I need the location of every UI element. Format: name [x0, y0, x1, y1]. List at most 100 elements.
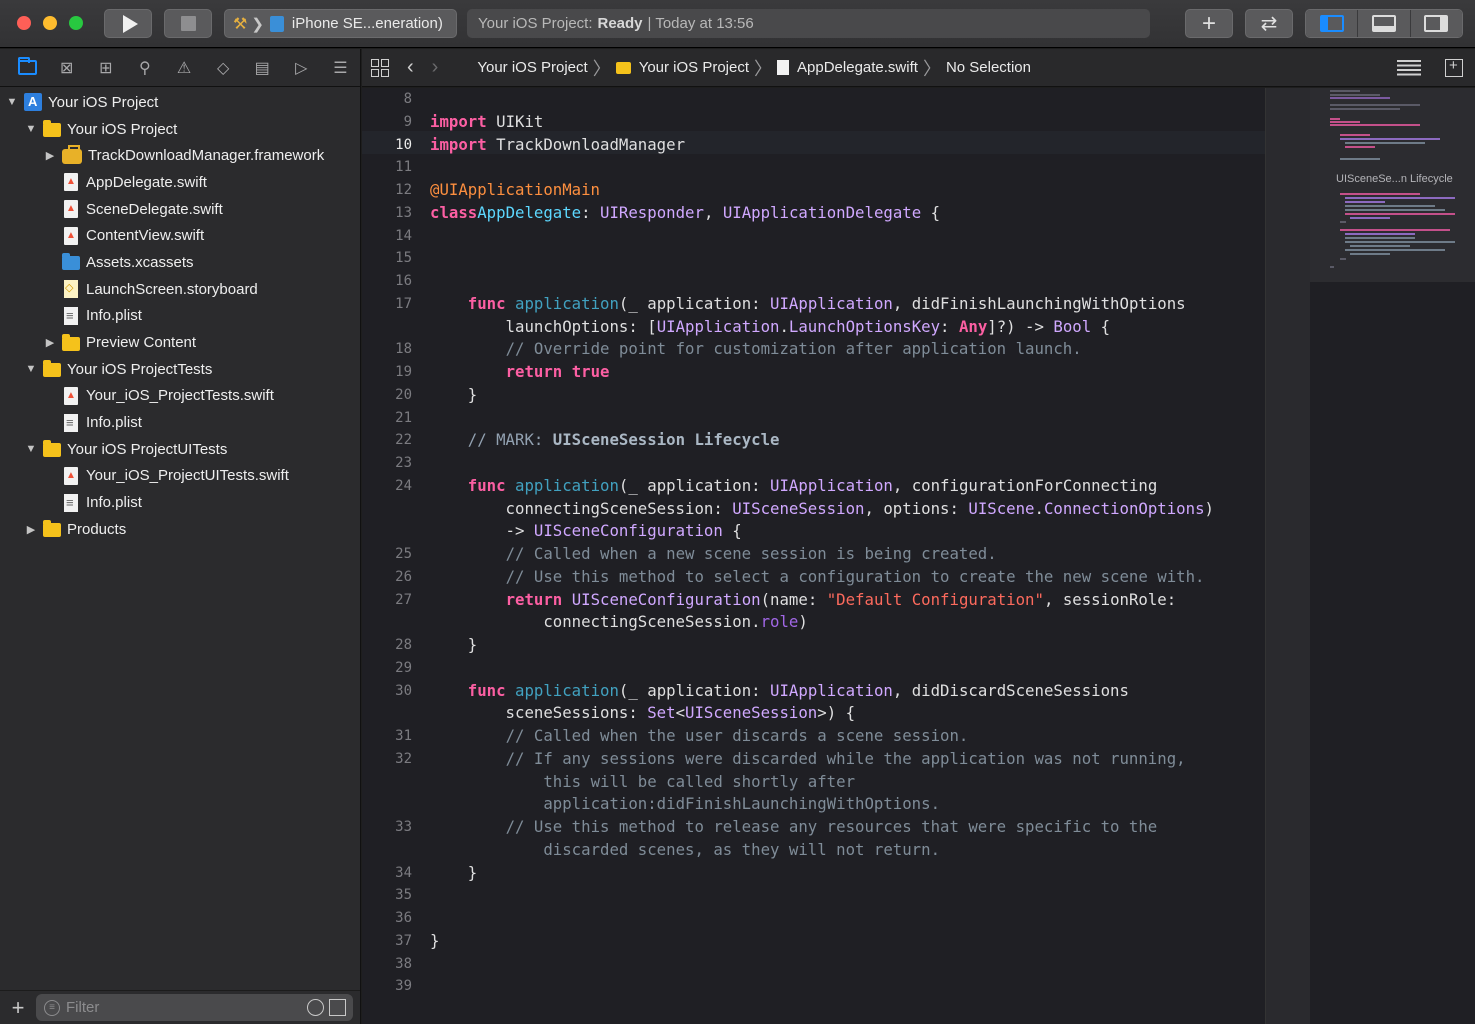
tab-project-navigator[interactable]: [8, 53, 47, 83]
line-number[interactable]: 12: [362, 179, 420, 202]
code-line[interactable]: [430, 907, 1265, 930]
code-line[interactable]: return true: [430, 361, 1265, 384]
code-line[interactable]: classAppDelegate: UIResponder, UIApplica…: [430, 202, 1265, 225]
code-line[interactable]: }: [430, 384, 1265, 407]
tab-breakpoint-navigator[interactable]: ▷: [282, 53, 321, 83]
code-line[interactable]: // Use this method to select a configura…: [430, 566, 1265, 589]
code-line[interactable]: import TrackDownloadManager: [430, 134, 1265, 157]
code-line[interactable]: return UISceneConfiguration(name: "Defau…: [430, 589, 1265, 612]
line-number[interactable]: 23: [362, 452, 420, 475]
add-editor-icon[interactable]: [1445, 57, 1463, 77]
filter-field[interactable]: ≡ Filter: [36, 994, 353, 1021]
back-button[interactable]: ‹: [407, 56, 414, 79]
code-line[interactable]: // Called when a new scene session is be…: [430, 543, 1265, 566]
line-number[interactable]: 36: [362, 907, 420, 930]
line-number[interactable]: 39: [362, 975, 420, 998]
code-line[interactable]: [430, 407, 1265, 430]
tree-item[interactable]: Your_iOS_ProjectUITests.swift: [0, 463, 360, 490]
disclosure-triangle-icon[interactable]: ▼: [25, 443, 37, 455]
tab-debug-navigator[interactable]: ▤: [243, 53, 282, 83]
tab-report-navigator[interactable]: ☰: [321, 53, 360, 83]
tree-item[interactable]: Info.plist: [0, 409, 360, 436]
line-number[interactable]: 35: [362, 884, 420, 907]
tree-item[interactable]: Assets.xcassets: [0, 249, 360, 276]
code-line[interactable]: func application(_ application: UIApplic…: [430, 293, 1265, 316]
line-number[interactable]: 25: [362, 543, 420, 566]
code-line[interactable]: [430, 270, 1265, 293]
line-number[interactable]: 29: [362, 657, 420, 680]
code-line[interactable]: // Override point for customization afte…: [430, 338, 1265, 361]
disclosure-triangle-icon[interactable]: ▼: [25, 123, 37, 135]
line-number[interactable]: 28: [362, 634, 420, 657]
recent-files-icon[interactable]: [307, 999, 324, 1016]
code-line[interactable]: func application(_ application: UIApplic…: [430, 680, 1265, 703]
line-number[interactable]: 10: [362, 134, 420, 157]
related-items-icon[interactable]: [371, 58, 389, 77]
disclosure-triangle-icon[interactable]: ▼: [6, 96, 18, 108]
tree-item[interactable]: Info.plist: [0, 303, 360, 330]
tree-item[interactable]: ▶ Products: [0, 516, 360, 543]
minimize-window-button[interactable]: [43, 16, 57, 30]
library-button[interactable]: +: [1185, 9, 1233, 38]
line-number[interactable]: 11: [362, 156, 420, 179]
line-number[interactable]: 30: [362, 680, 420, 703]
line-number[interactable]: 26: [362, 566, 420, 589]
code-line[interactable]: // Use this method to release any resour…: [430, 816, 1265, 839]
code-line[interactable]: }: [430, 930, 1265, 953]
breadcrumb-item[interactable]: Your iOS Project: [454, 59, 587, 76]
source-control-filter-icon[interactable]: [329, 999, 346, 1016]
code-line[interactable]: // If any sessions were discarded while …: [430, 748, 1265, 771]
line-number[interactable]: 18: [362, 338, 420, 361]
line-number[interactable]: [362, 839, 420, 862]
toggle-inspector-button[interactable]: [1410, 10, 1462, 37]
code-line[interactable]: connectingSceneSession: UISceneSession, …: [430, 498, 1265, 521]
tab-find-navigator[interactable]: ⚲: [125, 53, 164, 83]
run-button[interactable]: [104, 9, 152, 38]
code-line[interactable]: [430, 247, 1265, 270]
line-number[interactable]: 17: [362, 293, 420, 316]
line-number[interactable]: 22: [362, 429, 420, 452]
line-number[interactable]: [362, 498, 420, 521]
code-line[interactable]: [430, 657, 1265, 680]
code-line[interactable]: @UIApplicationMain: [430, 179, 1265, 202]
code-text[interactable]: import UIKit import TrackDownloadManager @…: [430, 88, 1265, 998]
line-number[interactable]: 14: [362, 225, 420, 248]
minimap[interactable]: UISceneSe...n Lifecycle: [1310, 88, 1475, 1024]
code-line[interactable]: connectingSceneSession.role): [430, 611, 1265, 634]
code-line[interactable]: import UIKit: [430, 111, 1265, 134]
line-number[interactable]: 15: [362, 247, 420, 270]
scheme-selector[interactable]: ⚒ ❯ iPhone SE...eneration): [224, 9, 457, 38]
breadcrumb-item[interactable]: No Selection: [946, 59, 1031, 76]
line-number[interactable]: 8: [362, 88, 420, 111]
code-line[interactable]: func application(_ application: UIApplic…: [430, 475, 1265, 498]
code-review-button[interactable]: ⇄: [1245, 9, 1293, 38]
code-line[interactable]: // MARK: UISceneSession Lifecycle: [430, 429, 1265, 452]
code-line[interactable]: [430, 884, 1265, 907]
line-number[interactable]: 21: [362, 407, 420, 430]
code-line[interactable]: [430, 953, 1265, 976]
code-line[interactable]: -> UISceneConfiguration {: [430, 520, 1265, 543]
line-number[interactable]: 9: [362, 111, 420, 134]
line-number[interactable]: [362, 771, 420, 794]
code-line[interactable]: // Called when the user discards a scene…: [430, 725, 1265, 748]
code-line[interactable]: launchOptions: [UIApplication.LaunchOpti…: [430, 316, 1265, 339]
line-number[interactable]: 32: [362, 748, 420, 771]
line-number[interactable]: 13: [362, 202, 420, 225]
tab-symbol-navigator[interactable]: ⊞: [86, 53, 125, 83]
tree-item[interactable]: ContentView.swift: [0, 222, 360, 249]
tab-issue-navigator[interactable]: ⚠: [164, 53, 203, 83]
tree-item[interactable]: ▼ Your iOS ProjectUITests: [0, 436, 360, 463]
source-editor[interactable]: 8 9 10 11 12 13 14 15 16 17 18 19 20 21 22 23 24 25 26 27 28…: [362, 88, 1265, 1024]
close-window-button[interactable]: [17, 16, 31, 30]
tree-item[interactable]: AppDelegate.swift: [0, 169, 360, 196]
toggle-navigator-button[interactable]: [1306, 10, 1359, 37]
forward-button[interactable]: ›: [432, 56, 439, 79]
tree-item[interactable]: ▶ TrackDownloadManager.framework: [0, 142, 360, 169]
line-number[interactable]: [362, 702, 420, 725]
tree-item[interactable]: ▼ Your iOS Project: [0, 116, 360, 143]
tree-item[interactable]: Your_iOS_ProjectTests.swift: [0, 383, 360, 410]
code-line[interactable]: }: [430, 862, 1265, 885]
disclosure-triangle-icon[interactable]: ▶: [44, 150, 56, 162]
line-number[interactable]: [362, 316, 420, 339]
tree-item[interactable]: ▶ Preview Content: [0, 329, 360, 356]
